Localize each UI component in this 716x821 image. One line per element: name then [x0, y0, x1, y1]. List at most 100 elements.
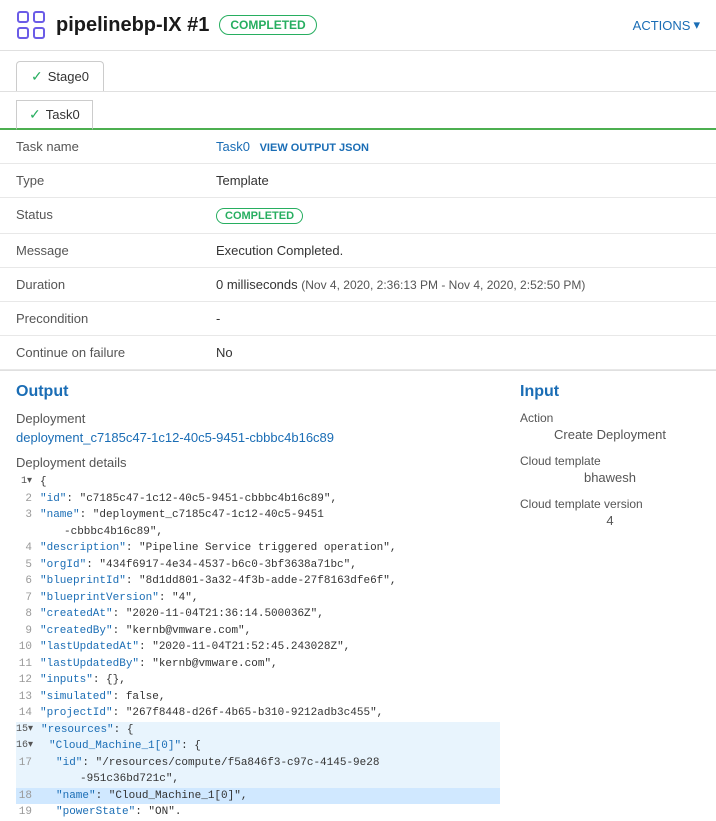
header: pipelinebp-IX #1 COMPLETED ACTIONS ▾ — [0, 0, 716, 51]
task-name-link[interactable]: Task0 — [216, 139, 250, 154]
line-content: "simulated": false, — [40, 689, 500, 706]
line-content: "orgId": "434f6917-4e34-4537-b6c0-3bf363… — [40, 557, 500, 574]
json-line: 18 "name": "Cloud_Machine_1[0]", — [16, 788, 500, 805]
line-num: 4 — [16, 540, 40, 557]
json-line: 10 "lastUpdatedAt": "2020-11-04T21:52:45… — [16, 639, 500, 656]
line-num[interactable]: 1▾ — [16, 474, 40, 491]
line-num: 6 — [16, 573, 40, 590]
pipeline-icon — [16, 10, 46, 40]
duration-value: 0 milliseconds — [216, 277, 301, 292]
json-block: 1▾ { 2 "id": "c7185c47-1c12-40c5-9451-cb… — [16, 474, 500, 821]
line-content: "resources": { — [41, 722, 500, 739]
json-line: -cbbbc4b16c89", — [16, 524, 500, 541]
line-content: "description": "Pipeline Service trigger… — [40, 540, 500, 557]
line-num[interactable]: 16▾ — [16, 738, 41, 755]
json-line: 1▾ { — [16, 474, 500, 491]
status-badge-completed: COMPLETED — [216, 208, 303, 224]
json-line: 3 "name": "deployment_c7185c47-1c12-40c5… — [16, 507, 500, 524]
line-num: 5 — [16, 557, 40, 574]
table-row: Precondition - — [0, 302, 716, 336]
line-content: "createdBy": "kernb@vmware.com", — [40, 623, 500, 640]
line-content: "powerState": "ON". — [40, 804, 500, 821]
input-title: Input — [520, 383, 700, 401]
json-line: 17 "id": "/resources/compute/f5a846f3-c9… — [16, 755, 500, 772]
line-num: 13 — [16, 689, 40, 706]
stage-tab-label: Stage0 — [48, 69, 89, 84]
view-json-link[interactable]: VIEW OUTPUT JSON — [260, 142, 369, 154]
row-label: Duration — [0, 268, 200, 302]
deployment-link[interactable]: deployment_c7185c47-1c12-40c5-9451-cbbbc… — [16, 430, 500, 445]
row-label: Continue on failure — [0, 336, 200, 370]
line-content: { — [40, 474, 500, 491]
json-line: 2 "id": "c7185c47-1c12-40c5-9451-cbbbc4b… — [16, 491, 500, 508]
cloud-template-value: bhawesh — [520, 470, 700, 485]
line-content: -951c36bd721c", — [40, 771, 500, 788]
json-line: 12 "inputs": {}, — [16, 672, 500, 689]
line-content: "blueprintId": "8d1dd801-3a32-4f3b-adde-… — [40, 573, 500, 590]
line-num: 3 — [16, 507, 40, 524]
line-num[interactable]: 15▾ — [16, 722, 41, 739]
json-line: 5 "orgId": "434f6917-4e34-4537-b6c0-3bf3… — [16, 557, 500, 574]
json-line: 15▾ "resources": { — [16, 722, 500, 739]
line-content: "Cloud_Machine_1[0]": { — [41, 738, 500, 755]
cloud-template-version-value: 4 — [520, 513, 700, 528]
table-row: Continue on failure No — [0, 336, 716, 370]
detail-table: Task name Task0 VIEW OUTPUT JSON Type Te… — [0, 130, 716, 370]
json-line: 13 "simulated": false, — [16, 689, 500, 706]
table-row: Duration 0 milliseconds (Nov 4, 2020, 2:… — [0, 268, 716, 302]
table-row: Status COMPLETED — [0, 198, 716, 234]
json-line: 16▾ "Cloud_Machine_1[0]": { — [16, 738, 500, 755]
deployment-label: Deployment — [16, 411, 500, 426]
table-row: Type Template — [0, 164, 716, 198]
task-tab-label: Task0 — [46, 107, 80, 122]
input-section: Input Action Create Deployment Cloud tem… — [500, 383, 700, 821]
action-label: Action — [520, 411, 700, 425]
status-badge: COMPLETED — [219, 15, 316, 35]
line-num — [16, 771, 40, 788]
chevron-down-icon: ▾ — [693, 17, 700, 33]
cloud-template-version-label: Cloud template version — [520, 497, 700, 511]
row-value: Execution Completed. — [200, 234, 716, 268]
line-num: 11 — [16, 656, 40, 673]
json-line: -951c36bd721c", — [16, 771, 500, 788]
line-num: 2 — [16, 491, 40, 508]
row-value: Template — [200, 164, 716, 198]
row-value: - — [200, 302, 716, 336]
line-content: "inputs": {}, — [40, 672, 500, 689]
table-row: Task name Task0 VIEW OUTPUT JSON — [0, 130, 716, 164]
json-line: 19 "powerState": "ON". — [16, 804, 500, 821]
duration-detail: (Nov 4, 2020, 2:36:13 PM - Nov 4, 2020, … — [301, 278, 585, 292]
line-content: "lastUpdatedAt": "2020-11-04T21:52:45.24… — [40, 639, 500, 656]
row-label: Status — [0, 198, 200, 234]
json-line: 8 "createdAt": "2020-11-04T21:36:14.5000… — [16, 606, 500, 623]
line-num: 19 — [16, 804, 40, 821]
cloud-template-label: Cloud template — [520, 454, 700, 468]
json-line: 7 "blueprintVersion": "4", — [16, 590, 500, 607]
line-content: -cbbbc4b16c89", — [40, 524, 500, 541]
json-line: 9 "createdBy": "kernb@vmware.com", — [16, 623, 500, 640]
stage-tab-stage0[interactable]: ✓ Stage0 — [16, 61, 104, 91]
line-num: 7 — [16, 590, 40, 607]
row-value: No — [200, 336, 716, 370]
json-line: 11 "lastUpdatedBy": "kernb@vmware.com", — [16, 656, 500, 673]
check-icon-task: ✓ — [29, 106, 41, 123]
line-num — [16, 524, 40, 541]
output-section: Output Deployment deployment_c7185c47-1c… — [16, 383, 500, 821]
actions-button[interactable]: ACTIONS ▾ — [633, 17, 700, 33]
task-tab-task0[interactable]: ✓ Task0 — [16, 100, 93, 130]
line-content: "createdAt": "2020-11-04T21:36:14.500036… — [40, 606, 500, 623]
line-content: "projectId": "267f8448-d26f-4b65-b310-92… — [40, 705, 500, 722]
line-content: "name": "Cloud_Machine_1[0]", — [40, 788, 500, 805]
line-num: 12 — [16, 672, 40, 689]
line-content: "name": "deployment_c7185c47-1c12-40c5-9… — [40, 507, 500, 524]
line-num: 18 — [16, 788, 40, 805]
json-line: 4 "description": "Pipeline Service trigg… — [16, 540, 500, 557]
check-icon: ✓ — [31, 68, 43, 85]
json-line: 14 "projectId": "267f8448-d26f-4b65-b310… — [16, 705, 500, 722]
row-label: Task name — [0, 130, 200, 164]
line-content: "id": "c7185c47-1c12-40c5-9451-cbbbc4b16… — [40, 491, 500, 508]
stage-tabs: ✓ Stage0 — [0, 51, 716, 92]
row-label: Type — [0, 164, 200, 198]
line-content: "blueprintVersion": "4", — [40, 590, 500, 607]
json-line: 6 "blueprintId": "8d1dd801-3a32-4f3b-add… — [16, 573, 500, 590]
